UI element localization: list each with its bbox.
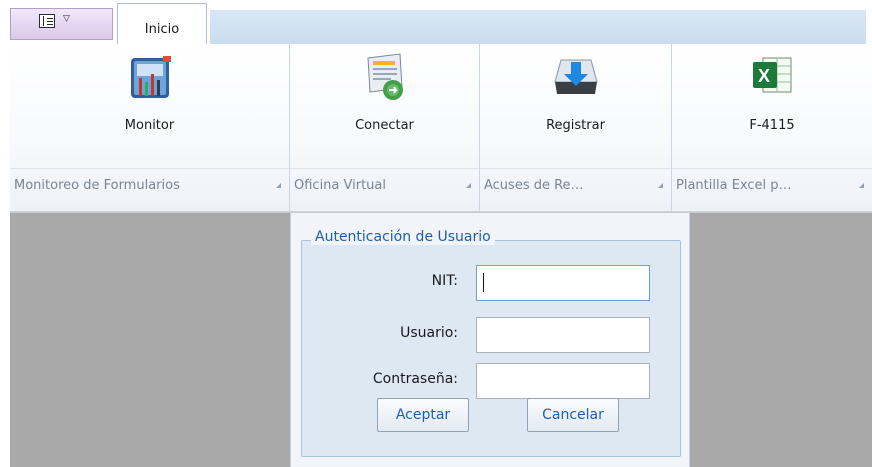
- nit-row: NIT:: [302, 265, 682, 301]
- nit-label: NIT:: [431, 273, 458, 289]
- group-caption: Oficina Virtual: [290, 168, 479, 201]
- group-caption: Monitoreo de Formularios: [10, 168, 289, 201]
- dialog-launcher-icon[interactable]: [658, 183, 663, 188]
- f4115-button[interactable]: X F-4115: [672, 44, 872, 160]
- group-caption-text: Plantilla Excel p…: [676, 177, 792, 193]
- password-input[interactable]: [476, 363, 650, 399]
- usuario-label: Usuario:: [400, 325, 458, 341]
- svg-text:X: X: [758, 66, 770, 86]
- tab-label: Inicio: [144, 22, 180, 37]
- nit-input[interactable]: [476, 265, 650, 301]
- login-fieldset: NIT: Usuario: Contraseña:: [301, 240, 681, 457]
- connect-icon: [360, 52, 410, 104]
- password-label: Contraseña:: [372, 371, 458, 387]
- download-tray-icon: [551, 52, 601, 104]
- login-panel: NIT: Usuario: Contraseña: Autenticación …: [290, 213, 690, 467]
- tab-inicio[interactable]: Inicio: [117, 3, 207, 45]
- group-caption-text: Monitoreo de Formularios: [14, 177, 180, 193]
- login-title: Autenticación de Usuario: [311, 229, 495, 245]
- group-caption-text: Oficina Virtual: [294, 177, 386, 193]
- chevron-down-icon: ▽: [63, 14, 70, 24]
- text-caret: [483, 273, 484, 292]
- monitor-button[interactable]: Monitor: [10, 44, 289, 160]
- group-caption-text: Acuses de Re…: [484, 177, 584, 193]
- cancel-button[interactable]: Cancelar: [527, 398, 619, 432]
- layout-menu-icon: [39, 14, 55, 28]
- monitor-label: Monitor: [124, 118, 175, 133]
- usuario-input[interactable]: [476, 317, 650, 353]
- dialog-launcher-icon[interactable]: [859, 183, 864, 188]
- registrar-button[interactable]: Registrar: [480, 44, 671, 160]
- ribbon-panel: Monitor Monitoreo de Formularios Conecta…: [10, 44, 872, 211]
- conectar-button[interactable]: Conectar: [290, 44, 479, 160]
- accept-button[interactable]: Aceptar: [377, 398, 469, 432]
- group-caption: Plantilla Excel p…: [672, 168, 872, 201]
- usuario-row: Usuario:: [302, 317, 682, 353]
- excel-icon: X: [747, 52, 797, 104]
- registrar-label: Registrar: [546, 118, 605, 133]
- ribbon-group-plantilla: X F-4115 Plantilla Excel p…: [672, 44, 872, 211]
- ribbon-group-oficina-virtual: Conectar Oficina Virtual: [290, 44, 480, 211]
- conectar-label: Conectar: [355, 118, 414, 133]
- tab-band: [210, 10, 866, 45]
- monitor-icon: [125, 52, 175, 104]
- group-caption: Acuses de Re…: [480, 168, 671, 201]
- f4115-label: F-4115: [749, 118, 795, 133]
- quick-access-menu-button[interactable]: ▽: [10, 8, 113, 40]
- ribbon-tab-strip: ▽ Inicio: [0, 0, 872, 45]
- dialog-launcher-icon[interactable]: [466, 183, 471, 188]
- ribbon-group-monitoreo: Monitor Monitoreo de Formularios: [10, 44, 290, 211]
- dialog-launcher-icon[interactable]: [276, 183, 281, 188]
- password-row: Contraseña:: [302, 363, 682, 399]
- ribbon-group-acuses: Registrar Acuses de Re…: [480, 44, 672, 211]
